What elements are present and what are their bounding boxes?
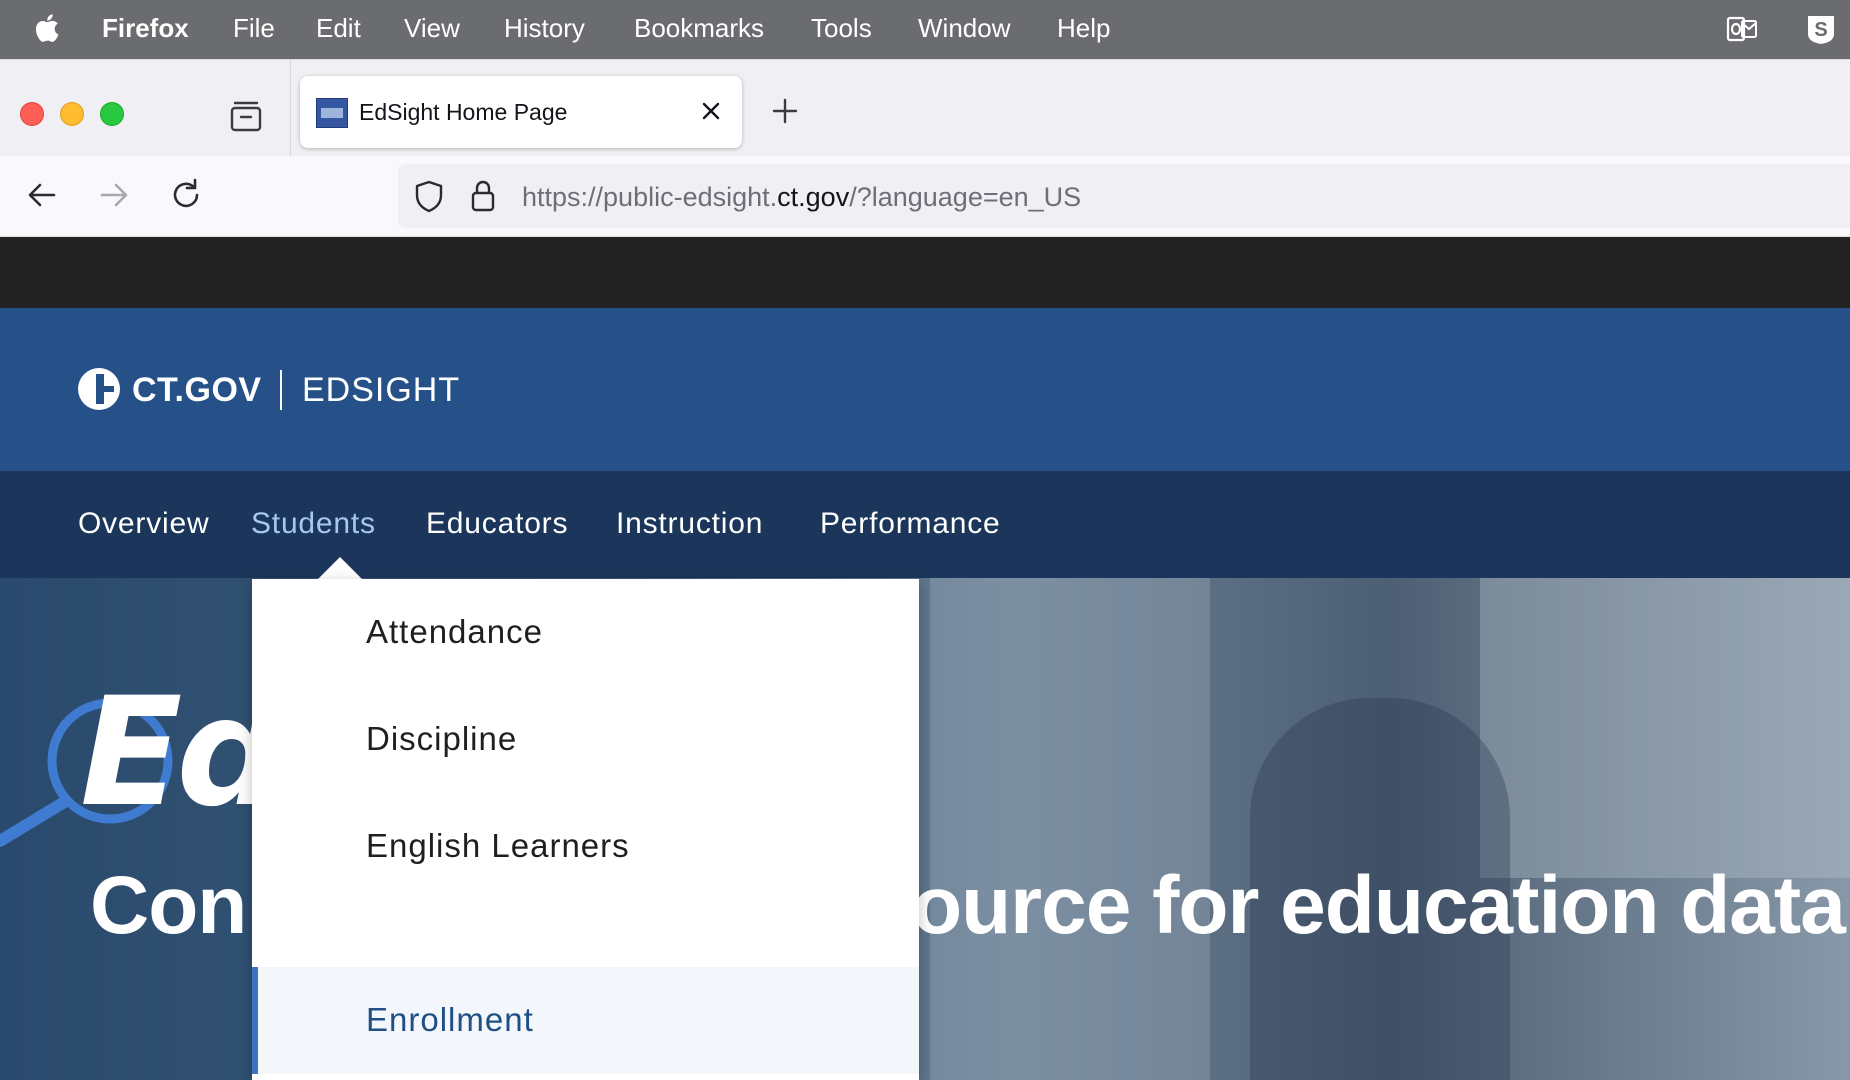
dropdown-item-label: Enrollment [366, 1001, 534, 1038]
apple-logo-icon[interactable] [32, 12, 60, 44]
browser-nav-toolbar: https://public-edsight.ct.gov/?language=… [0, 156, 1850, 237]
ct-gov-top-bar [0, 237, 1850, 308]
tab-title: EdSight Home Page [359, 99, 568, 125]
window-zoom-button[interactable] [100, 102, 124, 126]
ct-gov-logo-icon[interactable] [78, 368, 120, 410]
dropdown-pointer [318, 557, 362, 579]
menu-file[interactable]: File [233, 12, 275, 44]
nav-overview[interactable]: Overview [78, 505, 209, 543]
nav-students[interactable]: Students [251, 505, 376, 543]
edsight-favicon-icon [316, 98, 348, 128]
hero-tagline-right: ource for education data [912, 860, 1846, 951]
menu-help[interactable]: Help [1057, 12, 1110, 44]
hero-photo-tone [930, 578, 1210, 1080]
hero-tagline-left: Con [90, 860, 247, 951]
dropdown-item-label: English Learners [366, 827, 630, 864]
back-arrow-icon[interactable] [22, 175, 62, 215]
url-bar[interactable]: https://public-edsight.ct.gov/?language=… [398, 164, 1850, 228]
nav-educators[interactable]: Educators [426, 505, 568, 543]
dropdown-highlight-bar [252, 967, 258, 1074]
site-name[interactable]: EDSIGHT [302, 370, 460, 410]
menu-view[interactable]: View [404, 12, 460, 44]
menu-tools[interactable]: Tools [811, 12, 872, 44]
url-prefix: https://public-edsight. [522, 182, 778, 212]
students-dropdown-menu: Attendance Discipline English Learners E… [252, 579, 919, 1080]
nav-performance[interactable]: Performance [820, 505, 1001, 543]
forward-arrow-icon[interactable] [94, 175, 134, 215]
dropdown-item-label: Attendance [366, 613, 543, 650]
dropdown-item-enrollment[interactable]: Enrollment [252, 967, 919, 1074]
dropdown-item-label: Discipline [366, 720, 518, 757]
window-minimize-button[interactable] [60, 102, 84, 126]
reload-icon[interactable] [166, 175, 206, 215]
svg-text:S: S [1814, 19, 1827, 41]
site-main-nav: Overview Students Educators Instruction … [0, 471, 1850, 578]
close-tab-icon[interactable] [696, 96, 726, 126]
active-tab[interactable]: EdSight Home Page [300, 76, 742, 148]
browser-tab-strip: EdSight Home Page [0, 59, 1850, 157]
menu-history[interactable]: History [504, 12, 585, 44]
menu-bookmarks[interactable]: Bookmarks [634, 12, 764, 44]
nav-instruction[interactable]: Instruction [616, 505, 763, 543]
site-header: CT.GOV EDSIGHT [0, 308, 1850, 471]
menu-app-firefox[interactable]: Firefox [102, 12, 189, 44]
url-text[interactable]: https://public-edsight.ct.gov/?language=… [522, 181, 1081, 213]
url-suffix: /?language=en_US [849, 182, 1082, 212]
tracking-protection-shield-icon[interactable] [412, 178, 446, 214]
outlook-tray-icon[interactable] [1725, 12, 1759, 46]
ct-gov-logo-text[interactable]: CT.GOV [132, 370, 262, 410]
dropdown-item-english-learners[interactable]: English Learners [252, 793, 919, 900]
menu-window[interactable]: Window [918, 12, 1010, 44]
tab-separator [290, 60, 291, 157]
url-host: ct.gov [777, 182, 850, 212]
macos-menubar: Firefox File Edit View History Bookmarks… [0, 0, 1850, 59]
window-close-button[interactable] [20, 102, 44, 126]
lock-icon[interactable] [468, 178, 498, 214]
menu-edit[interactable]: Edit [316, 12, 361, 44]
dropdown-item-attendance[interactable]: Attendance [252, 579, 919, 686]
new-tab-plus-icon[interactable] [768, 94, 802, 128]
scrivener-tray-icon[interactable]: S [1804, 12, 1838, 46]
dropdown-item-discipline[interactable]: Discipline [252, 686, 919, 793]
tab-overview-icon[interactable] [226, 96, 266, 136]
hero-photo-tone-light [1480, 578, 1850, 878]
logo-divider [280, 370, 282, 410]
